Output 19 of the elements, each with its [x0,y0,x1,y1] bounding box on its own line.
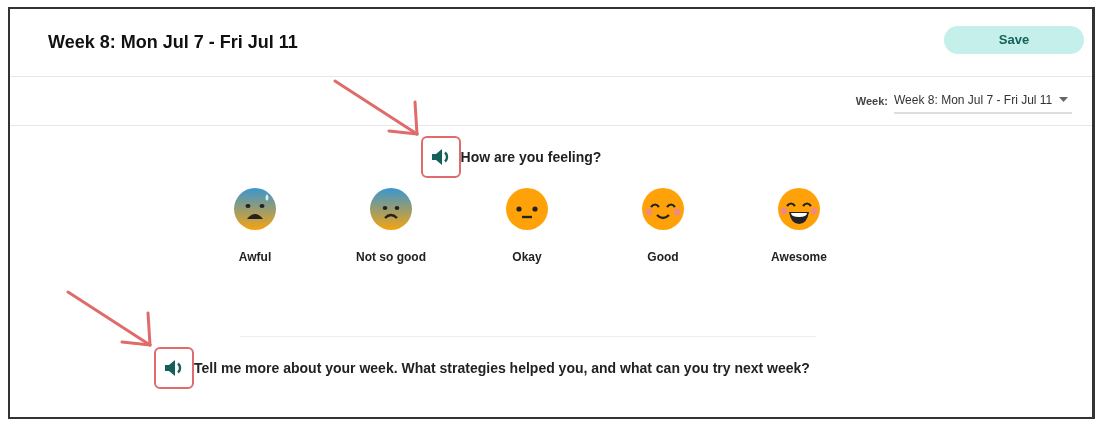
emoji-icon [370,188,412,230]
week-select[interactable]: Week 8: Mon Jul 7 - Fri Jul 11 [894,88,1072,114]
emoji-icon [778,188,820,230]
mood-option[interactable]: Okay [467,188,587,266]
save-button[interactable]: Save [944,25,1084,54]
emoji-icon [234,188,276,230]
mood-option[interactable]: Awesome [739,188,859,266]
emoji-icon [642,188,684,230]
emoji-icon [506,188,548,230]
question-text: Tell me more about your week. What strategies helped you, and what can you try next week? [194,358,810,378]
page-title: Week 8: Mon Jul 7 - Fri Jul 11 [48,31,298,54]
question-text: How are you feeling? [460,147,602,167]
mood-option[interactable]: Not so good [331,188,451,266]
week-label: Week: [855,93,888,109]
speaker-icon [430,148,451,166]
mood-option[interactable]: Good [603,188,723,266]
mood-option[interactable]: Awful [195,188,315,266]
caret-icon [1059,97,1068,102]
speaker-icon [164,359,184,377]
